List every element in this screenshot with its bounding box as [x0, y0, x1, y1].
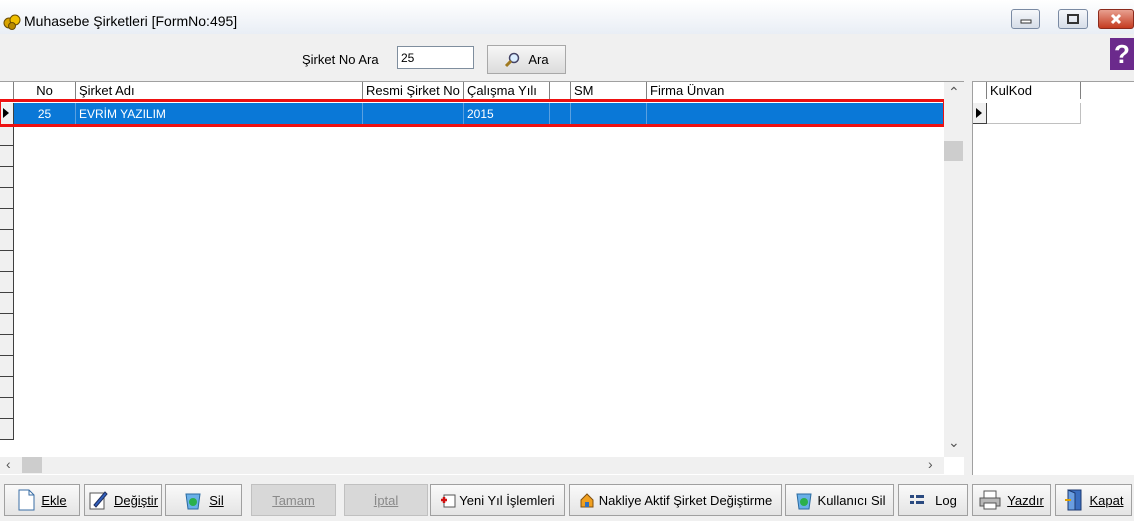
row-indicator-empty[interactable]	[0, 167, 14, 188]
close-icon	[1110, 13, 1122, 25]
horizontal-scrollbar[interactable]: ‹ ›	[0, 456, 944, 474]
user-grid[interactable]: KulKod	[972, 81, 1134, 475]
column-header-kulkod[interactable]: KulKod	[987, 82, 1081, 99]
side-header-indicator	[973, 82, 987, 99]
minimize-button[interactable]	[1011, 9, 1040, 29]
yazdir-button[interactable]: Yazdır	[972, 484, 1051, 516]
horizontal-scroll-thumb[interactable]	[22, 457, 42, 473]
kapat-label: Kapat	[1089, 492, 1124, 508]
search-button-label: Ara	[528, 52, 549, 67]
kullanici-sil-button[interactable]: Kullanıcı Sil	[785, 484, 894, 516]
row-indicator-empty[interactable]	[0, 398, 14, 419]
row-indicator-empty[interactable]	[0, 146, 14, 167]
tamam-button[interactable]: Tamam	[251, 484, 336, 516]
sil-button[interactable]: Sil	[165, 484, 242, 516]
row-indicator-empty[interactable]	[0, 293, 14, 314]
column-header-resmi-no[interactable]: Resmi Şirket No	[363, 82, 464, 99]
maximize-button[interactable]	[1058, 9, 1088, 29]
vertical-scrollbar[interactable]: ⌃ ⌄	[944, 82, 964, 457]
scroll-left-icon[interactable]: ‹	[6, 456, 11, 472]
scroll-down-icon[interactable]: ⌄	[948, 434, 960, 451]
app-icon	[3, 12, 21, 30]
new-document-icon	[18, 489, 35, 511]
maximize-icon	[1067, 14, 1079, 24]
printer-icon	[979, 490, 1001, 510]
column-header-sm[interactable]: SM	[571, 82, 647, 99]
nakliye-button[interactable]: Nakliye Aktif Şirket Değiştirme	[569, 484, 782, 516]
column-header-blank[interactable]	[550, 82, 571, 99]
help-icon[interactable]: ?	[1110, 38, 1134, 70]
row-indicator-empty[interactable]	[0, 377, 14, 398]
search-label: Şirket No Ara	[302, 52, 379, 67]
kullanici-sil-label: Kullanıcı Sil	[817, 492, 886, 508]
home-icon	[580, 493, 594, 508]
search-button[interactable]: Ara	[487, 45, 566, 74]
side-cell-kulkod[interactable]	[987, 103, 1081, 124]
tamam-label: Tamam	[272, 492, 315, 508]
row-indicator-empty[interactable]	[0, 335, 14, 356]
nakliye-label: Nakliye Aktif Şirket Değiştirme	[598, 492, 773, 508]
close-button[interactable]	[1098, 9, 1134, 29]
log-icon	[910, 495, 925, 504]
row-pointer-icon	[976, 108, 982, 118]
column-header-sirket-adi[interactable]: Şirket Adı	[76, 82, 363, 99]
minimize-icon	[1020, 19, 1031, 24]
kapat-button[interactable]: Kapat	[1055, 484, 1132, 516]
sil-label: Sil	[209, 492, 224, 508]
selection-highlight	[0, 99, 946, 127]
iptal-label: İptal	[373, 492, 399, 508]
log-button[interactable]: Log	[898, 484, 968, 516]
yeni-yil-label: Yeni Yıl İşlemleri	[459, 492, 555, 508]
ekle-label: Ekle	[41, 492, 67, 508]
row-indicator-empty[interactable]	[0, 272, 14, 293]
side-row-indicator[interactable]	[973, 103, 987, 124]
recycle-bin-icon	[185, 493, 201, 510]
row-indicator-empty[interactable]	[0, 314, 14, 335]
company-grid[interactable]: No Şirket Adı Resmi Şirket No Çalışma Yı…	[0, 81, 964, 475]
scroll-up-icon[interactable]: ⌃	[948, 84, 960, 101]
row-indicator-empty[interactable]	[0, 188, 14, 209]
column-header-firma-unvan[interactable]: Firma Ünvan	[647, 82, 944, 99]
new-year-icon	[441, 494, 456, 508]
scroll-right-icon[interactable]: ›	[928, 456, 933, 472]
iptal-button[interactable]: İptal	[344, 484, 428, 516]
recycle-bin-icon	[795, 493, 812, 510]
column-header-no[interactable]: No	[14, 82, 76, 99]
search-input[interactable]	[397, 46, 474, 69]
header-indicator	[0, 82, 14, 99]
svg-text:?: ?	[1114, 39, 1130, 69]
log-label: Log	[935, 492, 957, 508]
degistir-button[interactable]: Değiştir	[84, 484, 162, 516]
exit-door-icon	[1064, 489, 1081, 511]
column-header-calisma-yili[interactable]: Çalışma Yılı	[464, 82, 550, 99]
edit-icon	[89, 491, 108, 510]
ekle-button[interactable]: Ekle	[4, 484, 80, 516]
row-indicator-empty[interactable]	[0, 251, 14, 272]
yeni-yil-button[interactable]: Yeni Yıl İşlemleri	[430, 484, 565, 516]
window-title: Muhasebe Şirketleri [FormNo:495]	[24, 13, 238, 29]
row-indicator-empty[interactable]	[0, 419, 14, 440]
degistir-label: Değiştir	[113, 492, 159, 508]
row-indicator-empty[interactable]	[0, 230, 14, 251]
row-indicator-empty[interactable]	[0, 356, 14, 377]
row-indicator-empty[interactable]	[0, 209, 14, 230]
magnifier-icon	[505, 52, 520, 67]
yazdir-label: Yazdır	[1007, 492, 1044, 508]
vertical-scroll-thumb[interactable]	[944, 141, 963, 161]
row-indicator-empty[interactable]	[0, 125, 14, 146]
